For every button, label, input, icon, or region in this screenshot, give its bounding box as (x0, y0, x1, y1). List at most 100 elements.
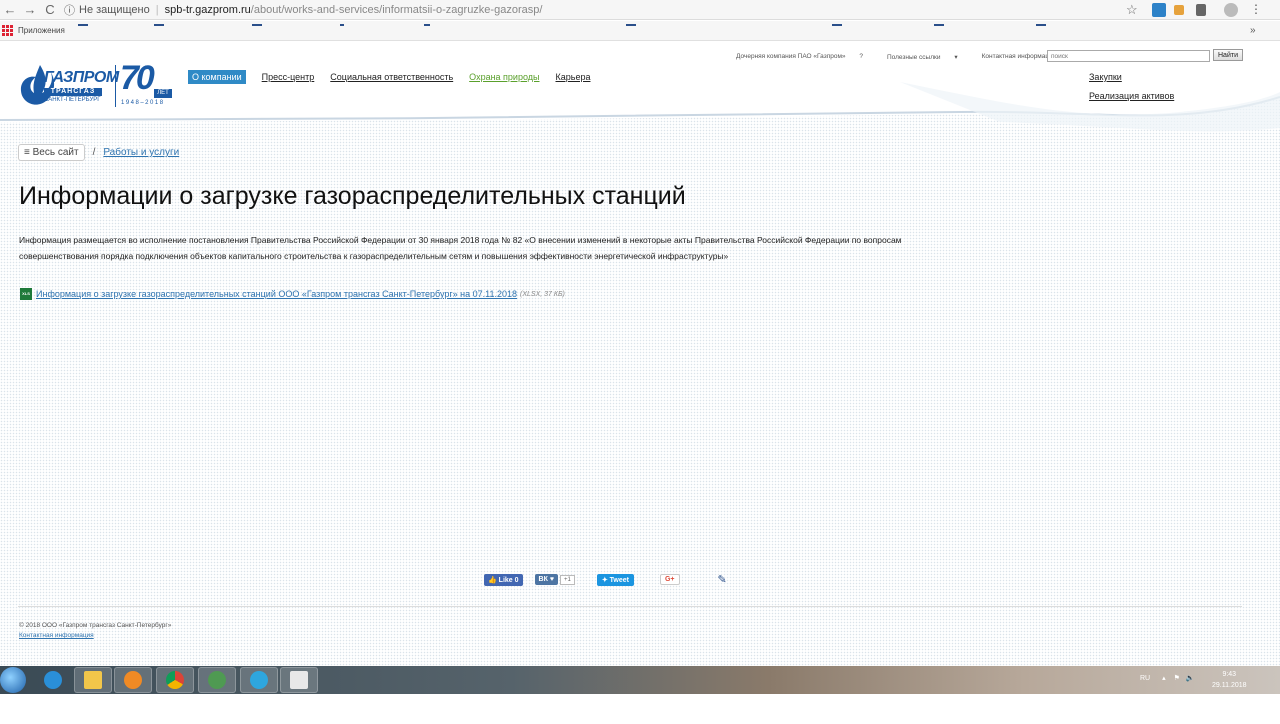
vk-share-button[interactable]: ВК ♥ (534, 574, 558, 585)
intro-paragraph: Информация размещается во исполнение пос… (19, 235, 902, 261)
back-arrow-icon[interactable]: ← (0, 2, 20, 17)
nav-nature-protection[interactable]: Охрана природы (469, 72, 539, 82)
breadcrumb-works-services[interactable]: Работы и услуги (103, 147, 179, 158)
url-path: /about/works-and-services/informatsii-o-… (250, 4, 543, 16)
search-button[interactable]: Найти (1213, 49, 1243, 61)
tweet-label: Tweet (609, 576, 629, 584)
web-page: ГАЗПРОМ ТРАНСГАЗ САНКТ-ПЕТЕРБУРГ 70 ЛЕТ … (0, 42, 1280, 666)
bookmark-item[interactable] (340, 24, 344, 26)
nav-social-responsibility[interactable]: Социальная ответственность (330, 72, 453, 82)
vk-label: ВК (538, 576, 548, 583)
heart-icon: ♥ (549, 576, 554, 583)
internet-explorer-icon (44, 671, 62, 689)
logo-sub-transgaz: ТРАНСГАЗ (44, 88, 102, 96)
breadcrumb-separator: / (92, 147, 96, 158)
asset-sales-link[interactable]: Реализация активов (1089, 91, 1174, 101)
vk-share-count: +1 (559, 574, 575, 585)
logo-brand-text: ГАЗПРОМ (44, 69, 119, 86)
language-indicator[interactable]: RU (1140, 675, 1150, 682)
useful-links-label: Полезные ссылки (886, 54, 941, 61)
taskbar-ie[interactable] (34, 667, 72, 693)
side-links: Закупки Реализация активов (1089, 72, 1174, 110)
tweet-button[interactable]: ✦ Tweet (596, 573, 634, 586)
site-header: ГАЗПРОМ ТРАНСГАЗ САНКТ-ПЕТЕРБУРГ 70 ЛЕТ … (0, 42, 1280, 132)
folder-icon (84, 671, 102, 689)
media-player-icon (124, 671, 142, 689)
subsidiary-label: Дочерняя компания ПАО «Газпром» (736, 53, 846, 60)
clipboard-icon (290, 671, 308, 689)
system-tray: RU ▴ ⚑ 🔈 (1140, 674, 1195, 683)
extension-icon[interactable] (1174, 5, 1184, 15)
procurement-link[interactable]: Закупки (1089, 72, 1174, 82)
twitter-bird-icon: ✦ (601, 576, 608, 584)
print-icon[interactable]: ✎ (718, 573, 727, 586)
url-domain: spb-tr.gazprom.ru (164, 4, 251, 16)
globe-icon (208, 671, 226, 689)
footer-contacts-link[interactable]: Контактная информация (19, 632, 94, 639)
reload-icon[interactable]: C (40, 2, 60, 17)
omnibox-separator: | (155, 4, 159, 16)
browser-toolbar: ← → C ⓘ Не защищено | spb-tr.gazprom.ru /… (0, 0, 1280, 20)
logo-divider (115, 65, 116, 107)
screen-bottom-strip (0, 694, 1280, 724)
document-meta: (XLSX, 37 КБ) (520, 290, 565, 298)
facebook-like-button[interactable]: 👍 Like 0 (484, 573, 523, 586)
taskbar-chrome[interactable] (156, 667, 194, 693)
extension-icon[interactable] (1152, 3, 1166, 17)
clock-time: 9:43 (1222, 671, 1237, 678)
browser-menu-icon[interactable]: ⋮ (1250, 2, 1262, 16)
taskbar-network[interactable] (198, 667, 236, 693)
telegram-icon (250, 671, 268, 689)
speaker-icon[interactable]: 🔈 (1186, 674, 1195, 682)
bookmark-item[interactable] (832, 24, 842, 26)
bookmark-item[interactable] (78, 24, 88, 26)
bookmark-item[interactable] (626, 24, 636, 26)
all-site-button[interactable]: ≡ Весь сайт (18, 144, 85, 161)
nav-about[interactable]: О компании (188, 70, 246, 84)
info-icon[interactable]: ⓘ (64, 2, 75, 18)
taskbar-explorer[interactable] (74, 667, 112, 693)
start-button-icon[interactable] (0, 667, 26, 693)
address-bar[interactable]: ⓘ Не защищено | spb-tr.gazprom.ru/about/… (64, 1, 1144, 19)
system-clock[interactable]: 9:43 29.11.2018 (1212, 669, 1247, 691)
taskbar-notepad[interactable] (280, 667, 318, 693)
profile-avatar-icon[interactable] (1224, 3, 1238, 17)
subsidiary-link[interactable]: Дочерняя компания ПАО «Газпром» ? (736, 53, 875, 61)
bookmarks-overflow-icon[interactable]: » (1250, 25, 1256, 36)
bookmarks-bar: Приложения » (0, 21, 1280, 41)
forward-arrow-icon[interactable]: → (20, 2, 40, 17)
nav-career[interactable]: Карьера (556, 72, 591, 82)
tray-up-arrow-icon[interactable]: ▴ (1162, 674, 1166, 682)
taskbar-telegram[interactable] (240, 667, 278, 693)
useful-links-dropdown[interactable]: Полезные ссылки ▾ (887, 53, 970, 61)
logo-sub-city: САНКТ-ПЕТЕРБУРГ (44, 97, 101, 103)
bookmark-item[interactable] (154, 24, 164, 26)
footer-divider (18, 606, 1242, 607)
bookmark-item[interactable] (252, 24, 262, 26)
nav-press-center[interactable]: Пресс-центр (262, 72, 315, 82)
clock-date: 29.11.2018 (1212, 682, 1247, 689)
apps-label[interactable]: Приложения (18, 26, 65, 35)
document-link[interactable]: Информация о загрузке газораспределитель… (36, 289, 517, 299)
document-item: XLS Информация о загрузке газораспредели… (20, 288, 565, 300)
footer-copyright: © 2018 ООО «Газпром трансгаз Санкт-Петер… (19, 622, 172, 629)
apps-grid-icon[interactable] (2, 25, 13, 36)
chevron-down-icon: ▾ (954, 54, 958, 61)
bookmark-star-icon[interactable]: ☆ (1126, 2, 1138, 18)
windows-taskbar: RU ▴ ⚑ 🔈 9:43 29.11.2018 (0, 666, 1280, 694)
gazprom-logo[interactable]: ГАЗПРОМ ТРАНСГАЗ САНКТ-ПЕТЕРБУРГ 70 ЛЕТ … (18, 59, 178, 111)
google-plus-button[interactable]: G+ (659, 574, 680, 585)
bookmark-item[interactable] (424, 24, 430, 26)
page-title: Информации о загрузке газораспределитель… (19, 182, 686, 210)
chrome-icon (166, 671, 184, 689)
search-input[interactable] (1047, 50, 1210, 62)
fb-like-label: Like 0 (498, 576, 519, 584)
main-navigation: О компании Пресс-центр Социальная ответс… (188, 70, 606, 84)
bookmark-item[interactable] (934, 24, 944, 26)
thumbs-up-icon: 👍 (488, 576, 497, 584)
contacts-link[interactable]: Контактная информация (982, 53, 1057, 61)
network-flag-icon[interactable]: ⚑ (1174, 674, 1180, 682)
bookmark-item[interactable] (1036, 24, 1046, 26)
taskbar-media[interactable] (114, 667, 152, 693)
extension-icon[interactable] (1196, 4, 1206, 16)
